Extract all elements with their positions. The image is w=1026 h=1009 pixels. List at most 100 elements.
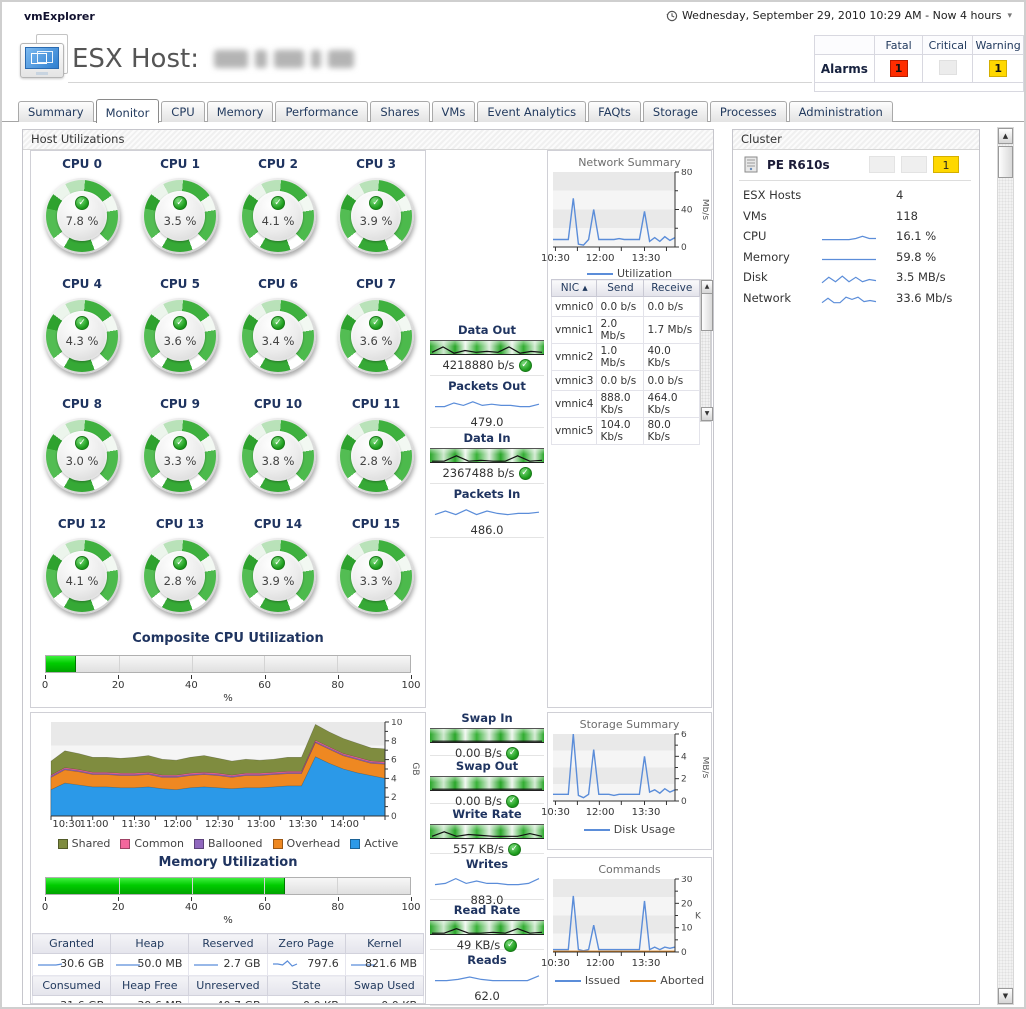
cpu-gauges-panel: CPU 0✓7.8 %CPU 1✓3.5 %CPU 2✓4.1 %CPU 3✓3… <box>30 150 426 708</box>
metric-packets-out: Packets Out479.0 <box>430 376 544 428</box>
mem-stat-header-swap-used: Swap Used <box>345 976 423 996</box>
scroll-thumb[interactable] <box>998 146 1013 178</box>
warning-alarm-count[interactable]: 1 <box>989 60 1007 77</box>
metric-sparkline <box>434 969 540 988</box>
svg-text:2: 2 <box>681 775 687 785</box>
cpu-gauge-label: CPU 0 <box>33 157 131 171</box>
nic-col-send[interactable]: Send <box>597 280 644 297</box>
nic-scroll-down-icon[interactable]: ▼ <box>701 407 713 421</box>
cluster-fatal-badge[interactable] <box>869 156 895 173</box>
svg-text:8: 8 <box>391 737 397 747</box>
page-scrollbar[interactable]: ▲ ▼ <box>997 127 1014 1005</box>
legend-line <box>555 980 581 982</box>
critical-alarm-count[interactable] <box>939 60 957 75</box>
tab-storage[interactable]: Storage <box>643 101 708 122</box>
host-name-redacted <box>214 50 354 72</box>
gauge-dial: ✓3.3 % <box>142 418 218 494</box>
tab-performance[interactable]: Performance <box>275 101 368 122</box>
storage-summary-panel: Storage Summary 0246MB/s 10:3012:0013:30… <box>547 712 712 850</box>
nic-cell: 0.0 b/s <box>597 371 644 391</box>
tab-memory[interactable]: Memory <box>207 101 274 122</box>
nic-cell: 464.0 Kb/s <box>644 391 700 418</box>
mem-stat-value-heap-free: 39.6 MB <box>111 996 189 1005</box>
alarms-col-warning: Warning <box>973 36 1024 55</box>
cluster-warning-badge[interactable]: 1 <box>933 156 959 173</box>
gauge-dial: ✓4.1 % <box>44 538 120 614</box>
gauge-dial: ✓3.9 % <box>338 178 414 254</box>
fatal-alarm-count[interactable]: 1 <box>890 60 908 77</box>
cluster-metric-label: VMs <box>743 209 767 223</box>
gauge-dial: ✓3.3 % <box>338 538 414 614</box>
x-tick-label: 11:30 <box>121 819 150 830</box>
alarms-col-critical: Critical <box>923 36 973 55</box>
x-tick-label: 12:00 <box>586 958 615 969</box>
cluster-metric-label: Network <box>743 291 791 305</box>
tab-monitor[interactable]: Monitor <box>96 99 160 123</box>
scroll-up-icon[interactable]: ▲ <box>998 128 1013 144</box>
legend-item-overhead: Overhead <box>273 837 341 850</box>
nic-table-scrollbar[interactable]: ▲ ▼ <box>700 279 711 422</box>
x-tick-label: 12:00 <box>163 819 192 830</box>
nic-cell: vmnic2 <box>552 344 597 371</box>
network-summary-panel: Network Summary 04080Mb/s 10:3012:0013:3… <box>547 150 712 708</box>
nic-scroll-thumb[interactable] <box>701 293 713 331</box>
nic-row-vmnic3: vmnic30.0 b/s0.0 b/s <box>552 371 700 391</box>
cluster-server-icon <box>743 156 759 174</box>
tab-vms[interactable]: VMs <box>432 101 476 122</box>
metric-sparkline <box>434 873 540 892</box>
metric-label: Read Rate <box>430 900 544 917</box>
gauge-dial: ✓3.9 % <box>240 538 316 614</box>
cpu-gauge-label: CPU 7 <box>327 277 425 291</box>
time-range-label: Wednesday, September 29, 2010 10:29 AM -… <box>682 9 1002 22</box>
x-tick-label: 13:00 <box>247 819 276 830</box>
legend-item-shared: Shared <box>58 837 111 850</box>
cluster-divider <box>739 180 971 181</box>
cluster-metric-value: 3.5 MB/s <box>896 270 946 284</box>
x-tick-label: 11:00 <box>80 819 109 830</box>
nic-cell: vmnic4 <box>552 391 597 418</box>
nic-cell: vmnic5 <box>552 418 597 445</box>
nic-scroll-up-icon[interactable]: ▲ <box>701 280 713 294</box>
tab-bar: SummaryMonitorCPUMemoryPerformanceShares… <box>2 98 1024 122</box>
tab-faqts[interactable]: FAQts <box>588 101 641 122</box>
memory-utilization-unit: % <box>31 915 425 926</box>
nic-col-nic[interactable]: NIC ▴ <box>552 280 597 297</box>
tab-event-analytics[interactable]: Event Analytics <box>477 101 586 122</box>
cpu-gauge-value: 3.6 % <box>155 334 205 348</box>
tab-summary[interactable]: Summary <box>18 101 94 122</box>
cluster-metric-label: CPU <box>743 229 766 243</box>
tab-administration[interactable]: Administration <box>789 101 893 122</box>
x-tick-label: 12:30 <box>205 819 234 830</box>
metric-label: Data In <box>430 428 544 445</box>
x-tick-label: 12:00 <box>586 253 615 264</box>
tab-cpu[interactable]: CPU <box>161 101 204 122</box>
tab-shares[interactable]: Shares <box>370 101 429 122</box>
metric-label: Swap Out <box>430 756 544 773</box>
cpu-gauge-label: CPU 13 <box>131 517 229 531</box>
sort-asc-icon: ▴ <box>579 282 588 294</box>
nic-table-wrap: NIC ▴SendReceivevmnic00.0 b/s0.0 b/svmni… <box>551 279 711 445</box>
cpu-gauge-label: CPU 5 <box>131 277 229 291</box>
svg-text:K: K <box>695 912 702 922</box>
status-ok-icon: ✓ <box>519 359 532 372</box>
cluster-name-link[interactable]: PE R610s <box>767 158 830 172</box>
cpu-gauge-cpu-1: CPU 1✓3.5 % <box>131 153 229 273</box>
legend-item-ballooned: Ballooned <box>194 837 263 850</box>
host-utilizations-title: Host Utilizations <box>23 130 713 150</box>
scroll-down-icon[interactable]: ▼ <box>998 988 1013 1004</box>
status-ok-icon: ✓ <box>75 316 89 330</box>
cpu-gauge-value: 3.9 % <box>351 214 401 228</box>
tab-processes[interactable]: Processes <box>710 101 787 122</box>
clock-icon <box>666 10 678 22</box>
gauge-dial: ✓4.3 % <box>44 298 120 374</box>
nic-row-vmnic1: vmnic12.0 Mb/s1.7 Mb/s <box>552 317 700 344</box>
cpu-gauge-value: 4.1 % <box>57 574 107 588</box>
svg-text:10: 10 <box>681 924 693 934</box>
app-title: vmExplorer <box>24 10 95 23</box>
x-tick-label: 13:30 <box>632 807 661 818</box>
disk-flow-metrics: Swap In0.00 B/s✓Swap Out0.00 B/s✓Write R… <box>430 708 544 1006</box>
cluster-critical-badge[interactable] <box>901 156 927 173</box>
cpu-gauge-cpu-5: CPU 5✓3.6 % <box>131 273 229 393</box>
nic-col-receive[interactable]: Receive <box>644 280 700 297</box>
time-range-selector[interactable]: Wednesday, September 29, 2010 10:29 AM -… <box>666 9 1012 22</box>
